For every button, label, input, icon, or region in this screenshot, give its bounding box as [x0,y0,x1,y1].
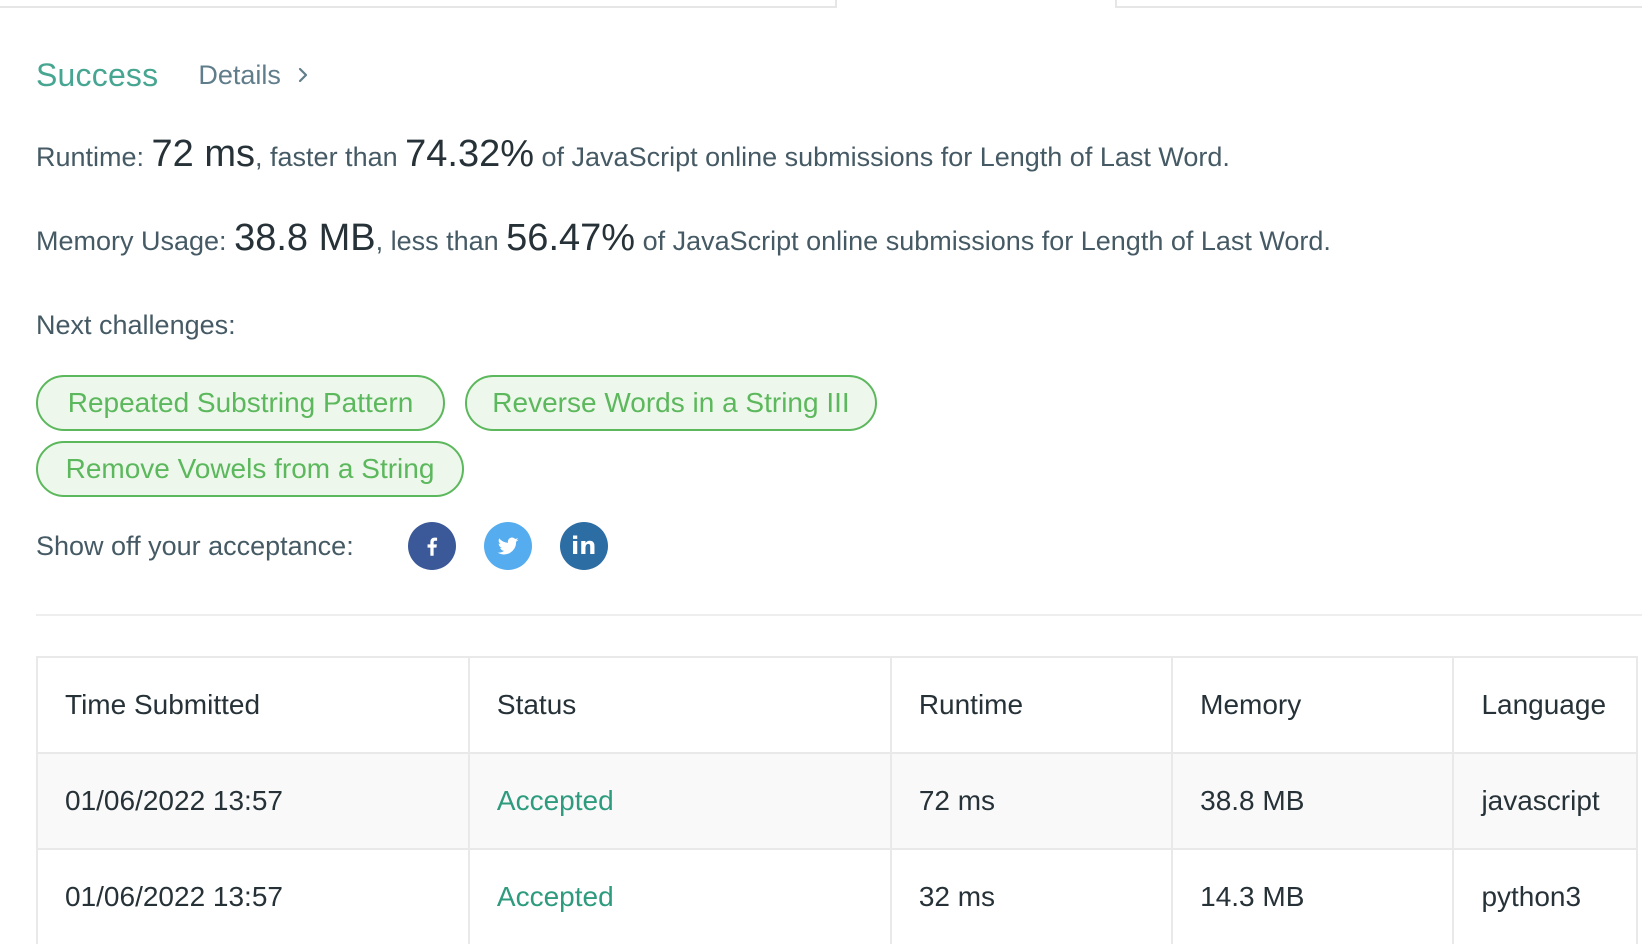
cell-status-link[interactable]: Accepted [470,754,892,848]
table-row: 01/06/2022 13:57 Accepted 32 ms 14.3 MB … [38,850,1636,944]
cell-language: javascript [1481,785,1600,816]
memory-percent: 56.47% [506,217,636,259]
tab-strip [0,0,1642,8]
twitter-glyph [497,537,519,555]
runtime-label: Runtime: [36,142,152,172]
linkedin-icon[interactable]: in [559,522,608,570]
runtime-value: 72 ms [151,133,256,175]
challenge-chip[interactable]: Reverse Words in a String III [465,375,877,431]
memory-suffix: of JavaScript online submissions for Len… [635,226,1331,256]
header-time-submitted: Time Submitted [38,658,470,752]
share-label: Show off your acceptance: [36,530,354,561]
memory-label: Memory Usage: [36,226,235,256]
details-label: Details [198,59,281,90]
runtime-stat: Runtime: 72 ms, faster than 74.32% of Ja… [36,133,1230,176]
result-status: Success [36,56,159,93]
tab-left[interactable] [0,0,837,8]
runtime-suffix: of JavaScript online submissions for Len… [534,142,1230,172]
tab-right[interactable] [1115,0,1642,8]
runtime-connector: , faster than [255,142,406,172]
header-language: Language [1481,689,1607,720]
tab-active[interactable] [837,0,1115,8]
cell-runtime: 32 ms [892,850,1174,944]
share-section: Show off your acceptance: in [36,522,636,570]
linkedin-glyph: in [571,532,597,560]
facebook-glyph [427,537,437,556]
header-runtime: Runtime [892,658,1174,752]
chevron-right-icon [298,67,307,83]
cell-runtime: 72 ms [892,754,1174,848]
facebook-icon[interactable] [407,522,456,570]
table-header-row: Time Submitted Status Runtime Memory Lan… [38,658,1636,754]
challenge-chip[interactable]: Repeated Substring Pattern [36,375,445,431]
cell-memory: 38.8 MB [1173,754,1455,848]
social-buttons: in [407,522,636,570]
details-link[interactable]: Details [198,60,309,91]
memory-stat: Memory Usage: 38.8 MB, less than 56.47% … [36,217,1331,260]
table-row: 01/06/2022 13:57 Accepted 72 ms 38.8 MB … [38,754,1636,850]
header-memory: Memory [1173,658,1455,752]
cell-status-link[interactable]: Accepted [470,850,892,944]
section-divider [36,614,1642,616]
challenge-chip[interactable]: Remove Vowels from a String [36,441,464,497]
result-header: Success Details [36,52,309,98]
header-status: Status [470,658,892,752]
cell-memory: 14.3 MB [1173,850,1455,944]
cell-time-submitted: 01/06/2022 13:57 [38,754,470,848]
runtime-percent: 74.32% [405,133,535,175]
twitter-icon[interactable] [483,522,532,570]
submissions-table: Time Submitted Status Runtime Memory Lan… [36,656,1638,944]
submission-result-page: Success Details Runtime: 72 ms, faster t… [0,0,1642,944]
cell-language: python3 [1481,881,1582,912]
cell-time-submitted: 01/06/2022 13:57 [38,850,470,944]
memory-connector: , less than [375,226,507,256]
next-challenges-label: Next challenges: [36,310,236,340]
memory-value: 38.8 MB [234,217,376,259]
